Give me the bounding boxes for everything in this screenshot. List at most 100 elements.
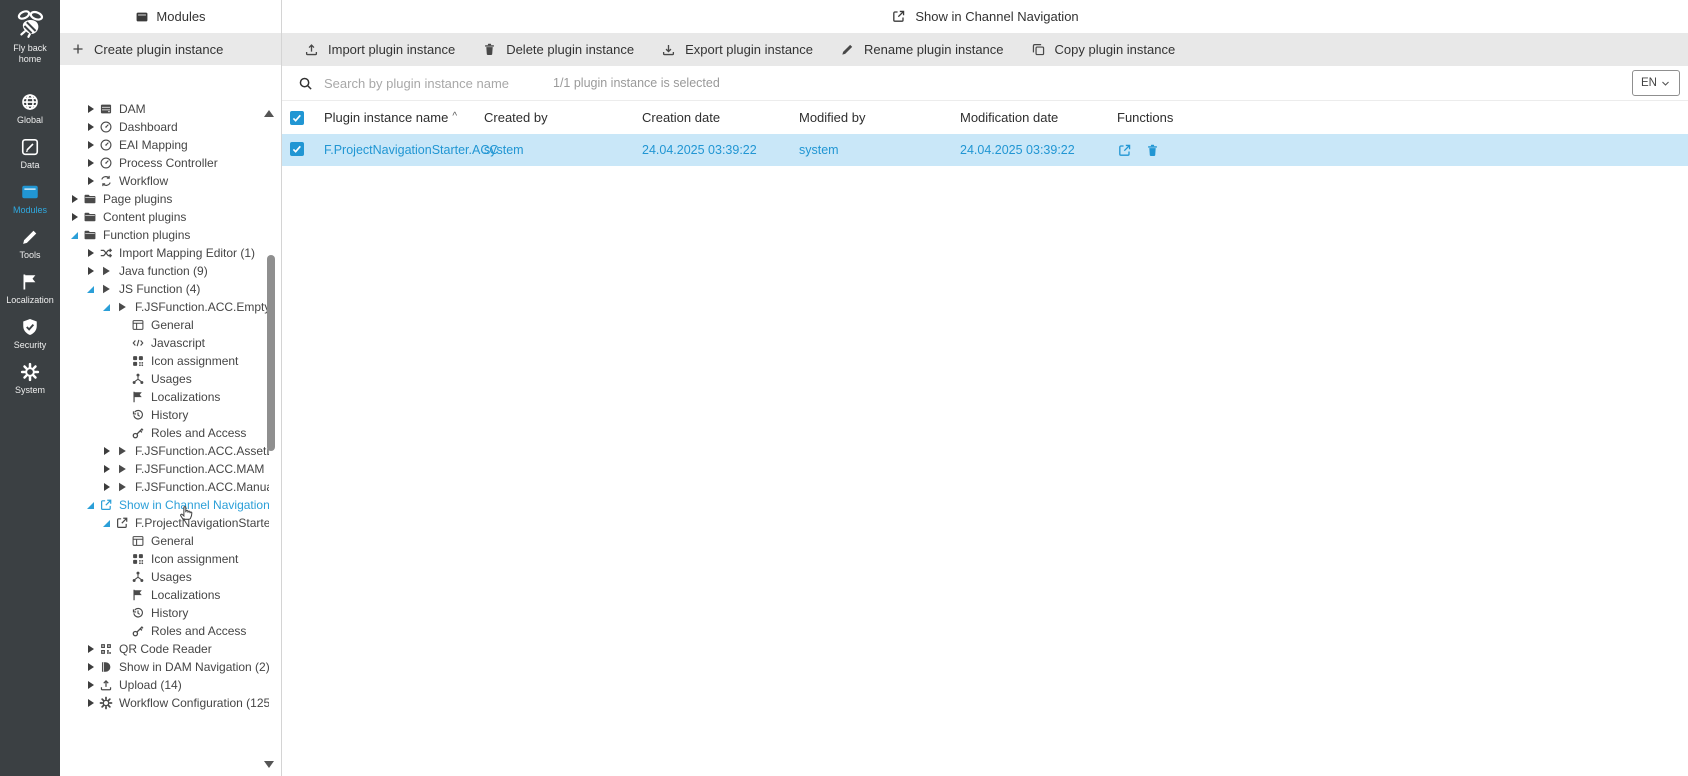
column-header[interactable]: Modification date [960, 110, 1117, 125]
tree-item[interactable]: JS Function (4) [60, 280, 269, 298]
column-header[interactable]: Created by [484, 110, 642, 125]
expand-arrow-icon[interactable] [84, 154, 97, 172]
plus-icon [71, 42, 85, 56]
panel-title: Modules [156, 9, 206, 24]
expand-arrow-icon[interactable] [84, 244, 97, 262]
tree-item[interactable]: F.ProjectNavigationStarte.. [60, 514, 269, 532]
tree-item[interactable]: Workflow Configuration (125) [60, 694, 269, 712]
export-plugin-instance-button[interactable]: Export plugin instance [661, 42, 813, 57]
plugin-tree: DAM Dashboard EAI Mapping Process Controlle… [60, 100, 269, 776]
gauge-icon [99, 138, 113, 152]
expand-arrow-icon[interactable] [84, 100, 97, 118]
tree-item[interactable]: Usages [60, 370, 269, 388]
cell-creation-date: 24.04.2025 03:39:22 [642, 143, 757, 157]
tree-item[interactable]: Localizations [60, 586, 269, 604]
upload-icon [304, 42, 319, 57]
tree-item-label: F.ProjectNavigationStarte.. [135, 516, 269, 530]
sidebar-item-modules[interactable]: Modules [6, 176, 54, 221]
tree-item[interactable]: Workflow [60, 172, 269, 190]
expand-arrow-icon[interactable] [100, 460, 113, 478]
expand-arrow-icon[interactable] [84, 136, 97, 154]
tree-item[interactable]: Javascript [60, 334, 269, 352]
column-header[interactable]: Creation date [642, 110, 799, 125]
search-input[interactable] [322, 74, 531, 92]
expand-arrow-icon[interactable] [100, 442, 113, 460]
expand-arrow-icon[interactable] [68, 190, 81, 208]
table-row[interactable]: F.ProjectNavigationStarter.ACC system 24.0… [282, 134, 1688, 166]
sidebar-item-localization[interactable]: Localization [6, 266, 54, 311]
tree-item[interactable]: Content plugins [60, 208, 269, 226]
select-all-checkbox[interactable] [290, 110, 304, 125]
row-checkbox[interactable] [290, 142, 304, 156]
column-header[interactable]: Plugin instance name ^ [324, 110, 484, 125]
tree-item[interactable]: Upload (14) [60, 676, 269, 694]
trash-icon [482, 42, 497, 57]
tree-scroll-up-arrow[interactable] [264, 110, 274, 117]
expand-arrow-icon[interactable] [68, 208, 81, 226]
rename-plugin-instance-button[interactable]: Rename plugin instance [840, 42, 1004, 57]
tree-item[interactable]: Java function (9) [60, 262, 269, 280]
tree-item[interactable]: History [60, 604, 269, 622]
expand-arrow-icon[interactable] [100, 298, 113, 316]
delete-plugin-instance-button[interactable]: Delete plugin instance [482, 42, 634, 57]
tree-item[interactable]: F.JSFunction.ACC.Manua.. [60, 478, 269, 496]
sidebar-item-data[interactable]: Data [6, 131, 54, 176]
tree-item[interactable]: F.JSFunction.ACC.AssetL.. [60, 442, 269, 460]
tree-item[interactable]: General [60, 316, 269, 334]
tree-item[interactable]: General [60, 532, 269, 550]
expand-arrow-icon[interactable] [100, 478, 113, 496]
tree-item-label: Usages [151, 372, 192, 386]
expand-arrow-icon[interactable] [84, 262, 97, 280]
tree-item[interactable]: Usages [60, 568, 269, 586]
tree-item[interactable]: QR Code Reader [60, 640, 269, 658]
tree-item[interactable]: Roles and Access [60, 622, 269, 640]
tree-item[interactable]: Icon assignment [60, 550, 269, 568]
expand-arrow-icon[interactable] [84, 280, 97, 298]
sidebar-item-global[interactable]: Global [6, 86, 54, 131]
tree-item[interactable]: DAM [60, 100, 269, 118]
row-share-action-icon[interactable] [1117, 143, 1132, 158]
sidebar-item-tools[interactable]: Tools [6, 221, 54, 266]
import-plugin-instance-button[interactable]: Import plugin instance [304, 42, 455, 57]
copy-plugin-instance-button[interactable]: Copy plugin instance [1031, 42, 1175, 57]
tree-scrollbar-thumb[interactable] [267, 255, 275, 451]
tree-item[interactable]: F.JSFunction.ACC.Empty [60, 298, 269, 316]
tree-item-label: Roles and Access [151, 624, 247, 638]
tree-item[interactable]: Import Mapping Editor (1) [60, 244, 269, 262]
expand-arrow-icon[interactable] [84, 694, 97, 712]
expand-arrow-icon[interactable] [84, 658, 97, 676]
sidebar-item-system[interactable]: System [6, 356, 54, 401]
expand-arrow-icon[interactable] [84, 172, 97, 190]
tree-item[interactable]: History [60, 406, 269, 424]
column-header[interactable]: Modified by [799, 110, 960, 125]
language-selector[interactable]: EN [1632, 70, 1680, 96]
gear-icon [20, 362, 40, 382]
fly-back-home-button[interactable]: Fly back home [0, 0, 60, 86]
create-plugin-instance-button[interactable]: Create plugin instance [60, 33, 281, 65]
sidebar-item-label: Global [16, 115, 43, 125]
sidebar-item-label: Security [13, 340, 47, 350]
expand-arrow-icon[interactable] [68, 226, 81, 244]
tree-item[interactable]: Dashboard [60, 118, 269, 136]
expand-arrow-icon[interactable] [84, 118, 97, 136]
tree-item[interactable]: Process Controller [60, 154, 269, 172]
tree-scroll-down-arrow[interactable] [264, 761, 274, 768]
tree-item[interactable]: Page plugins [60, 190, 269, 208]
tree-item[interactable]: Roles and Access [60, 424, 269, 442]
column-header[interactable]: Functions [1117, 110, 1688, 125]
expand-arrow-icon[interactable] [84, 496, 97, 514]
tree-item[interactable]: EAI Mapping [60, 136, 269, 154]
tree-item[interactable]: Icon assignment [60, 352, 269, 370]
tree-item[interactable]: F.JSFunction.ACC.MAM [60, 460, 269, 478]
tree-item[interactable]: Localizations [60, 388, 269, 406]
row-trash-action-icon[interactable] [1145, 143, 1160, 158]
expand-arrow-icon[interactable] [84, 676, 97, 694]
tree-item[interactable]: Function plugins [60, 226, 269, 244]
tree-item[interactable]: Show in DAM Navigation (2) [60, 658, 269, 676]
sidebar-item-security[interactable]: Security [6, 311, 54, 356]
expand-arrow-icon[interactable] [84, 640, 97, 658]
play-icon [115, 480, 129, 494]
tree-item[interactable]: Show in Channel Navigation (1 [60, 496, 269, 514]
cell-functions [1117, 143, 1688, 158]
expand-arrow-icon[interactable] [100, 514, 113, 532]
